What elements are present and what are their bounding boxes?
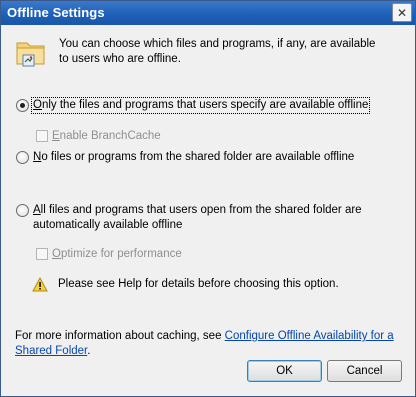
all-files-label[interactable]: All files and programs that users open f… <box>33 203 403 233</box>
all-files-radio[interactable] <box>16 204 29 217</box>
optimize-performance-checkbox[interactable] <box>36 248 48 260</box>
close-icon: ✕ <box>396 5 408 20</box>
warning-text: Please see Help for details before choos… <box>58 278 339 290</box>
warning-icon <box>32 277 48 292</box>
close-button[interactable]: ✕ <box>392 3 412 22</box>
only-specified-label[interactable]: Only the files and programs that users s… <box>30 97 371 114</box>
ok-button[interactable]: OK <box>247 360 322 382</box>
optimize-performance-label[interactable]: Optimize for performance <box>52 247 182 262</box>
offline-settings-dialog: Offline Settings ✕ You can choose which … <box>0 0 416 397</box>
enable-branchcache-label[interactable]: Enable BranchCache <box>52 129 161 144</box>
no-files-radio[interactable] <box>16 151 29 164</box>
cancel-button[interactable]: Cancel <box>327 360 402 382</box>
title-bar[interactable]: Offline Settings ✕ <box>1 1 415 25</box>
only-specified-text: nly the files and programs that users sp… <box>41 99 369 111</box>
no-files-label[interactable]: No files or programs from the shared fol… <box>33 150 354 165</box>
intro-text: You can choose which files and programs,… <box>59 38 376 65</box>
footer-text: For more information about caching, see … <box>15 330 394 357</box>
offline-folder-icon <box>16 42 45 67</box>
dialog-title: Offline Settings <box>7 5 105 20</box>
enable-branchcache-checkbox[interactable] <box>36 130 48 142</box>
only-specified-radio[interactable] <box>16 99 29 112</box>
